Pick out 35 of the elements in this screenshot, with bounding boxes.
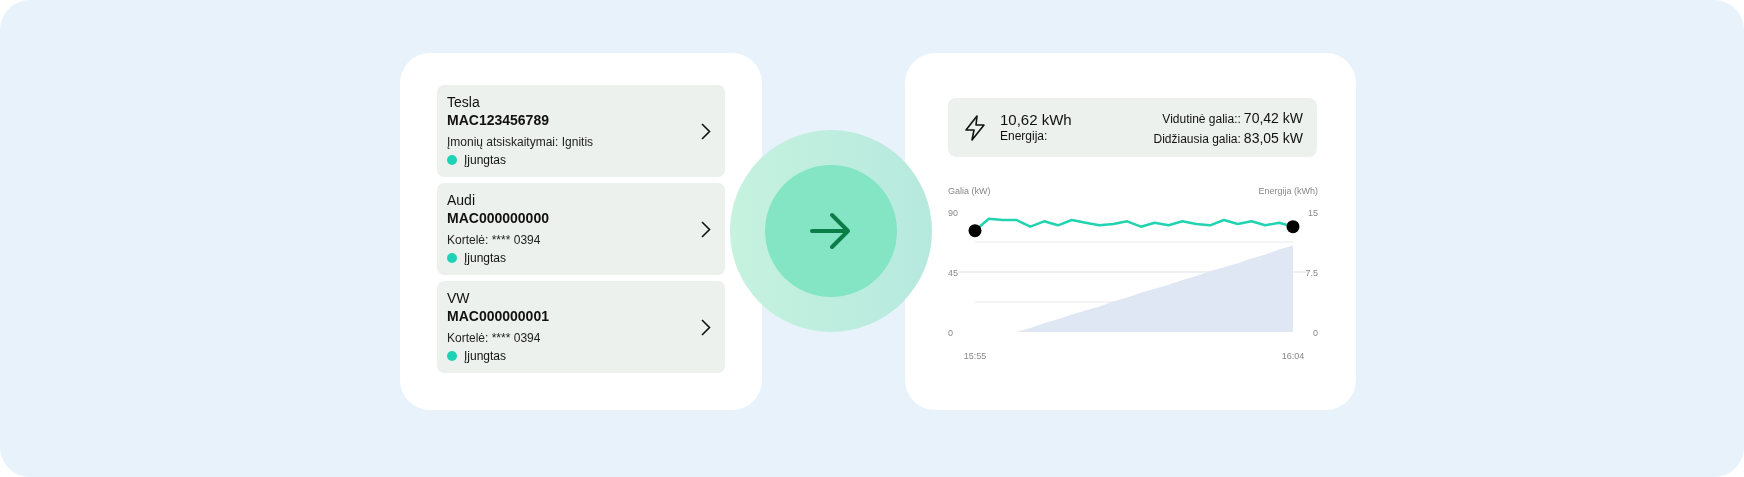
vehicle-card[interactable]: Tesla MAC123456789 Įmonių atsiskaitymai: Ignitis Įjungtas bbox=[437, 85, 725, 177]
chevron-right-icon bbox=[701, 122, 711, 140]
stat-label: Vidutinė galia:: bbox=[1162, 111, 1241, 126]
axis-tick-label: 90 bbox=[948, 208, 958, 218]
status-label: Įjungtas bbox=[464, 250, 507, 267]
stat-label: Didžiausia galia: bbox=[1153, 131, 1241, 146]
axis-tick-label: 16:04 bbox=[1281, 351, 1305, 361]
vehicle-id: MAC123456789 bbox=[447, 111, 550, 129]
vehicle-id: MAC000000001 bbox=[447, 307, 549, 325]
status-label: Įjungtas bbox=[464, 152, 507, 169]
axis-tick-label: 15 bbox=[1308, 208, 1318, 218]
stat-value: 83,05 kW bbox=[1243, 129, 1303, 146]
axis-tick-label: 15:55 bbox=[963, 351, 987, 361]
vehicle-card[interactable]: Audi MAC000000000 Kortelė: **** 0394 Įjungtas bbox=[437, 183, 725, 275]
vehicle-name: VW bbox=[447, 289, 471, 307]
axis-tick-label: 45 bbox=[948, 268, 958, 278]
axis-tick-label: 0 bbox=[948, 328, 953, 338]
vehicle-name: Tesla bbox=[447, 93, 481, 111]
axis-tick-label: 7.5 bbox=[1305, 268, 1318, 278]
lightning-icon bbox=[964, 114, 986, 141]
vehicle-card[interactable]: VW MAC000000001 Kortelė: **** 0394 Įjungtas bbox=[437, 281, 725, 373]
axis-title: Galia (kW) bbox=[948, 186, 991, 196]
energy-label: Energija: bbox=[1000, 129, 1049, 144]
status-label: Įjungtas bbox=[464, 348, 507, 365]
stat-value: 70,42 kW bbox=[1243, 109, 1303, 126]
chevron-right-icon bbox=[701, 318, 711, 336]
vehicle-detail: Kortelė: **** 0394 bbox=[447, 330, 542, 347]
chevron-right-icon bbox=[701, 220, 711, 238]
vehicle-name: Audi bbox=[447, 191, 477, 209]
energy-value: 10,62 kWh bbox=[1000, 111, 1073, 129]
vehicle-detail: Kortelė: **** 0394 bbox=[447, 232, 542, 249]
axis-tick-label: 0 bbox=[1313, 328, 1318, 338]
vehicle-id: MAC000000000 bbox=[447, 209, 549, 227]
vehicle-detail: Įmonių atsiskaitymai: Ignitis bbox=[447, 134, 594, 151]
axis-title: Energija (kWh) bbox=[1258, 186, 1318, 196]
